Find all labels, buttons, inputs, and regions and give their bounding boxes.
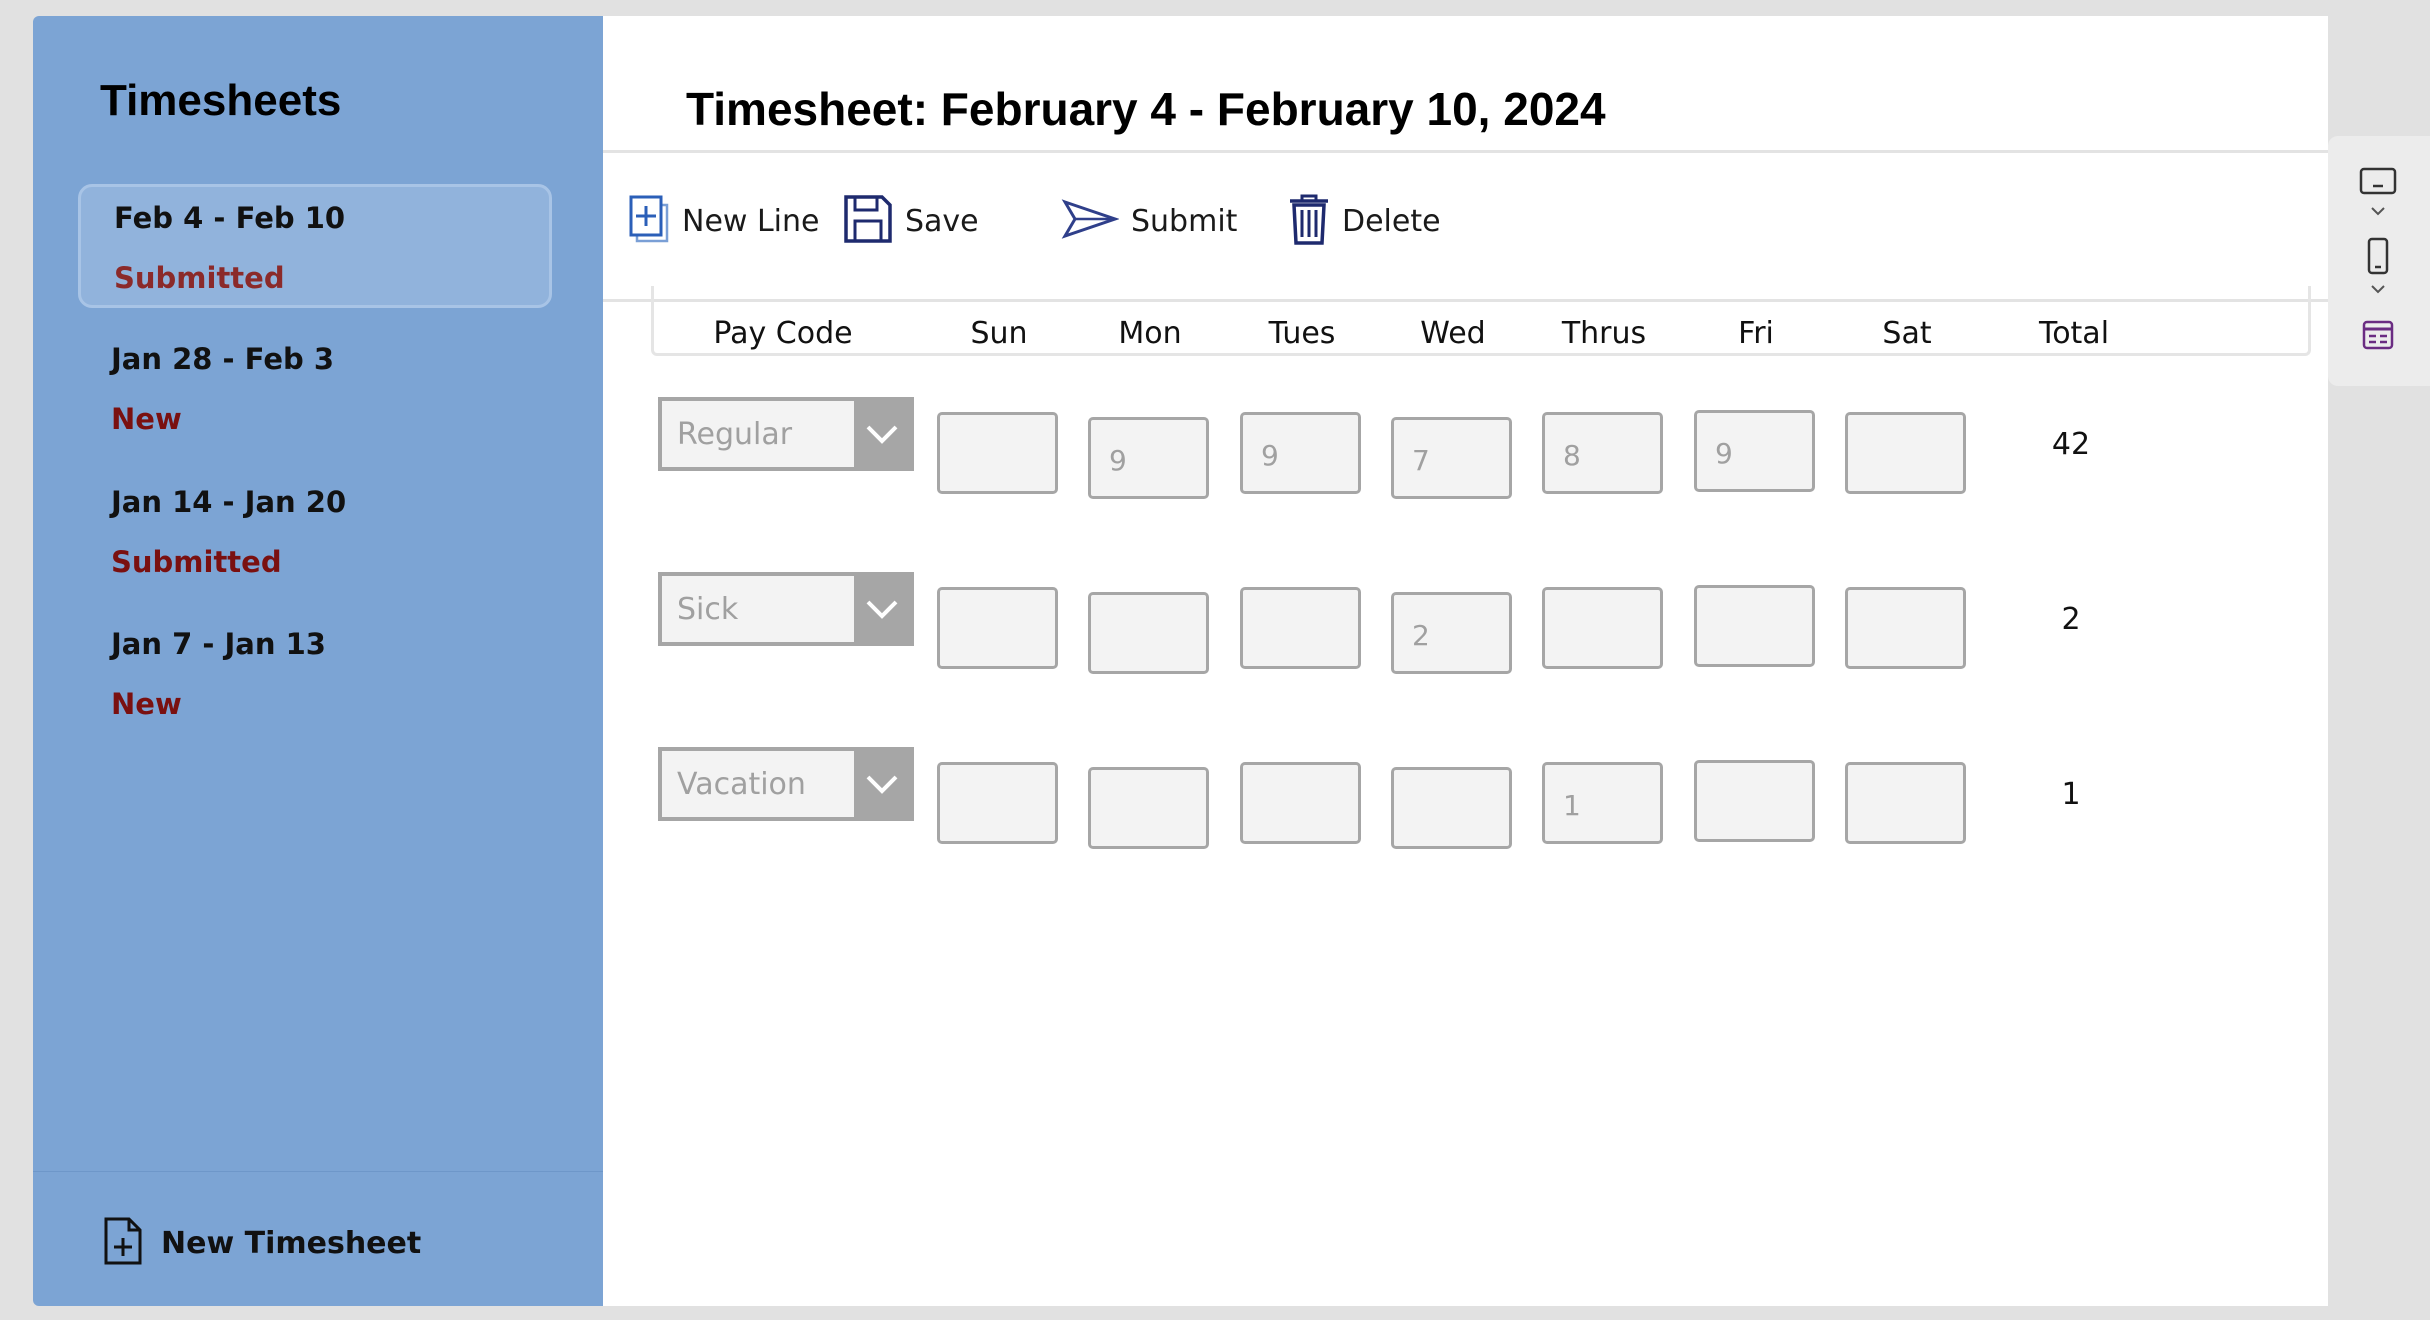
timesheet-item-1[interactable]: Jan 28 - Feb 3 New [78,328,552,452]
tablet-icon[interactable] [2358,166,2398,226]
hours-input-fri[interactable]: 9 [1694,410,1815,492]
form-icon[interactable] [2358,316,2398,360]
pay-code-value: Vacation [677,767,806,802]
hours-input-sun[interactable] [937,762,1058,844]
hours-input-sun[interactable] [937,587,1058,669]
save-button[interactable]: Save [843,191,979,251]
chevron-down-icon [854,576,910,642]
hours-input-thrus[interactable] [1542,587,1663,669]
hours-input-fri[interactable] [1694,585,1815,667]
column-header-tues: Tues [1268,316,1336,351]
pay-code-value: Sick [677,592,739,627]
grid-header: Pay Code Sun Mon Tues Wed Thrus Fri Sat … [651,286,2311,356]
table-row: Vacation 1 1 [603,747,2328,849]
new-line-icon [628,194,670,248]
save-label: Save [905,203,979,239]
column-header-thrus: Thrus [1561,316,1647,351]
new-line-label: New Line [682,203,820,239]
hours-input-wed[interactable]: 2 [1391,592,1512,674]
hours-input-mon[interactable] [1088,767,1209,849]
pay-code-value: Regular [677,417,793,452]
main-panel: Timesheet: February 4 - February 10, 202… [603,16,2328,1306]
row-total: 1 [2061,777,2081,812]
row-total: 2 [2061,602,2081,637]
column-header-mon: Mon [1118,316,1182,351]
timesheet-range: Feb 4 - Feb 10 [114,201,346,235]
hours-input-sat[interactable] [1845,762,1966,844]
timesheet-status: Submitted [114,261,285,295]
hours-input-tues[interactable] [1240,762,1361,844]
delete-button[interactable]: Delete [1288,191,1441,251]
hours-input-thrus[interactable]: 8 [1542,412,1663,494]
save-icon [843,194,893,248]
hours-input-mon[interactable]: 9 [1088,417,1209,499]
column-header-sun: Sun [970,316,1028,351]
column-header-sat: Sat [1882,316,1932,351]
phone-icon[interactable] [2358,236,2398,306]
timesheet-status: New [111,687,182,721]
pay-code-dropdown[interactable]: Vacation [658,747,914,821]
new-timesheet-button[interactable]: New Timesheet [103,1216,421,1270]
hours-input-mon[interactable] [1088,592,1209,674]
hours-input-sun[interactable] [937,412,1058,494]
toolbar: New Line Save Submit Delete [603,150,2328,302]
pay-code-dropdown[interactable]: Regular [658,397,914,471]
timesheet-item-3[interactable]: Jan 7 - Jan 13 New [78,613,552,737]
new-line-button[interactable]: New Line [628,191,820,251]
table-row: Sick 2 2 [603,572,2328,674]
timesheet-item-0[interactable]: Feb 4 - Feb 10 Submitted [78,184,552,308]
new-file-icon [103,1216,143,1270]
hours-input-tues[interactable] [1240,587,1361,669]
hours-input-wed[interactable]: 7 [1391,417,1512,499]
table-row: Regular 9 9 7 8 9 42 [603,397,2328,499]
row-total: 42 [2051,427,2091,462]
timesheet-range: Jan 28 - Feb 3 [111,342,335,376]
sidebar-title: Timesheets [100,76,342,125]
hours-input-fri[interactable] [1694,760,1815,842]
hours-input-tues[interactable]: 9 [1240,412,1361,494]
timesheet-status: New [111,402,182,436]
column-header-wed: Wed [1420,316,1486,351]
hours-input-wed[interactable] [1391,767,1512,849]
sidebar-divider [33,1171,603,1172]
pay-code-dropdown[interactable]: Sick [658,572,914,646]
submit-icon [1061,194,1120,248]
timesheet-status: Submitted [111,545,282,579]
column-header-pay-code: Pay Code [713,316,853,351]
timesheet-range: Jan 7 - Jan 13 [111,627,326,661]
sidebar: Timesheets Feb 4 - Feb 10 Submitted Jan … [33,16,603,1306]
column-header-total: Total [2038,316,2110,351]
hours-input-sat[interactable] [1845,412,1966,494]
chevron-down-icon [854,401,910,467]
submit-label: Submit [1131,203,1238,239]
timesheet-range: Jan 14 - Jan 20 [111,485,347,519]
hours-input-sat[interactable] [1845,587,1966,669]
delete-label: Delete [1342,203,1441,239]
hours-input-thrus[interactable]: 1 [1542,762,1663,844]
page-title: Timesheet: February 4 - February 10, 202… [686,83,1606,135]
new-timesheet-label: New Timesheet [161,1225,422,1261]
delete-icon [1288,193,1330,249]
chevron-down-icon [854,751,910,817]
timesheet-item-2[interactable]: Jan 14 - Jan 20 Submitted [78,471,552,595]
column-header-fri: Fri [1738,316,1774,351]
device-preview-strip [2328,136,2430,386]
submit-button[interactable]: Submit [1061,191,1237,251]
